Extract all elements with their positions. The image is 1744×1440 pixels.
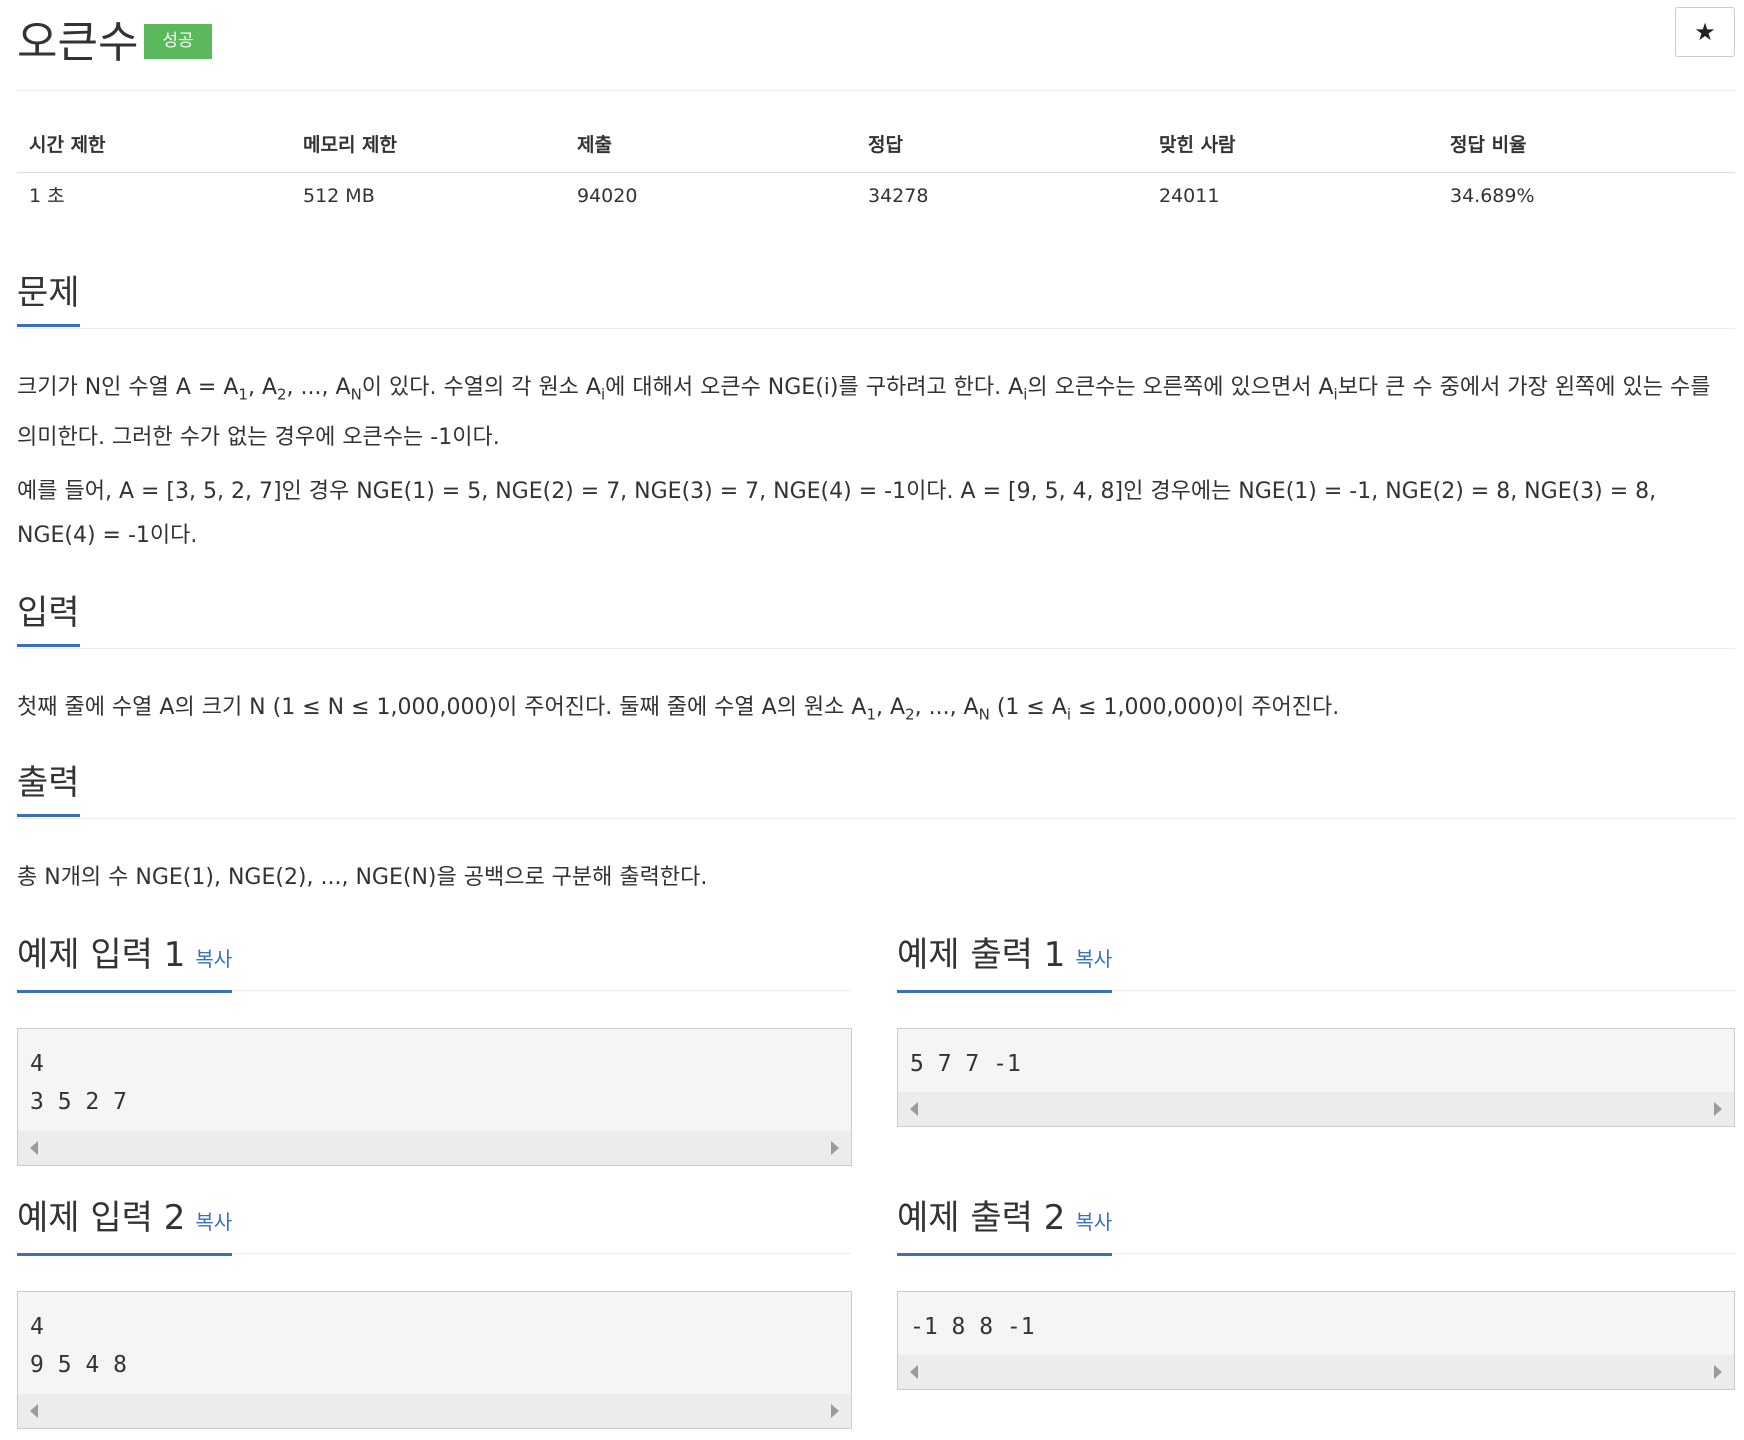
problem-info-table: 시간 제한 메모리 제한 제출 정답 맞힌 사람 정답 비율 1 초 512 M… <box>17 120 1735 220</box>
problem-page: 오큰수 성공 ★ 시간 제한 메모리 제한 제출 정답 맞힌 사람 정답 비율 … <box>0 0 1744 1440</box>
info-value-ratio: 34.689% <box>1450 185 1535 207</box>
copy-sample-input-1-link[interactable]: 복사 <box>195 947 232 971</box>
copy-sample-input-2-link[interactable]: 복사 <box>195 1210 232 1234</box>
sample-input-1-code: 4 3 5 2 7 <box>30 1051 127 1115</box>
info-header-accepted: 정답 <box>868 134 903 156</box>
copy-sample-output-1-link[interactable]: 복사 <box>1075 947 1112 971</box>
info-value-row: 1 초 512 MB 94020 34278 24011 34.689% <box>17 173 1735 219</box>
info-value-solvers: 24011 <box>1159 185 1220 207</box>
sample-output-1-header: 예제 출력 1 복사 <box>897 930 1735 993</box>
status-badge: 성공 <box>144 24 212 59</box>
info-value-time-limit: 1 초 <box>29 185 65 207</box>
info-header-submissions: 제출 <box>577 134 612 156</box>
info-header-time-limit: 시간 제한 <box>29 134 106 156</box>
problem-description-p2: 예를 들어, A = [3, 5, 2, 7]인 경우 NGE(1) = 5, … <box>17 479 1657 548</box>
output-section-title: 출력 <box>17 758 80 817</box>
scroll-right-icon[interactable] <box>1714 1102 1722 1116</box>
problem-section-header: 문제 <box>17 268 1735 329</box>
scroll-right-icon[interactable] <box>831 1141 839 1155</box>
scroll-left-icon[interactable] <box>910 1102 918 1116</box>
scroll-left-icon[interactable] <box>30 1141 38 1155</box>
sample-output-2-title: 예제 출력 2 <box>897 1198 1066 1238</box>
sample-output-1-scrollbar[interactable] <box>898 1092 1734 1126</box>
problem-title: 오큰수 <box>17 17 139 68</box>
sample-input-1-scrollbar[interactable] <box>18 1131 851 1165</box>
problem-header: 오큰수 성공 ★ <box>17 0 1735 91</box>
sample-output-2-header: 예제 출력 2 복사 <box>897 1193 1735 1256</box>
sample-output-2-scrollbar[interactable] <box>898 1355 1734 1389</box>
info-header-memory-limit: 메모리 제한 <box>303 134 398 156</box>
info-value-memory-limit: 512 MB <box>303 185 375 207</box>
sample-input-2-code: 4 9 5 4 8 <box>30 1314 127 1378</box>
info-header-row: 시간 제한 메모리 제한 제출 정답 맞힌 사람 정답 비율 <box>17 120 1735 173</box>
star-button[interactable]: ★ <box>1675 7 1735 57</box>
info-value-accepted: 34278 <box>868 185 929 207</box>
problem-description-p1: 크기가 N인 수열 A = A1, A2, ..., AN이 있다. 수열의 각… <box>17 375 1711 451</box>
sample-input-2-scrollbar[interactable] <box>18 1394 851 1428</box>
copy-sample-output-2-link[interactable]: 복사 <box>1075 1210 1112 1234</box>
output-section-header: 출력 <box>17 758 1735 819</box>
sample-input-1-title: 예제 입력 1 <box>17 935 186 975</box>
sample-input-1-box: 4 3 5 2 7 <box>17 1028 852 1166</box>
info-header-solvers: 맞힌 사람 <box>1159 134 1236 156</box>
sample-output-1-box: 5 7 7 -1 <box>897 1028 1735 1127</box>
scroll-left-icon[interactable] <box>30 1404 38 1418</box>
scroll-left-icon[interactable] <box>910 1365 918 1379</box>
scroll-right-icon[interactable] <box>1714 1365 1722 1379</box>
sample-input-2-header: 예제 입력 2 복사 <box>17 1193 852 1256</box>
input-description: 첫째 줄에 수열 A의 크기 N (1 ≤ N ≤ 1,000,000)이 주어… <box>17 695 1340 724</box>
sample-output-2-code: -1 8 8 -1 <box>910 1314 1035 1340</box>
scroll-right-icon[interactable] <box>831 1404 839 1418</box>
sample-output-1-code: 5 7 7 -1 <box>910 1051 1021 1077</box>
input-section-header: 입력 <box>17 588 1735 649</box>
info-header-ratio: 정답 비율 <box>1450 134 1527 156</box>
sample-output-1-title: 예제 출력 1 <box>897 935 1066 975</box>
info-value-submissions: 94020 <box>577 185 638 207</box>
problem-section-title: 문제 <box>17 268 80 327</box>
input-section-title: 입력 <box>17 588 80 647</box>
sample-output-2-box: -1 8 8 -1 <box>897 1291 1735 1390</box>
sample-input-1-header: 예제 입력 1 복사 <box>17 930 852 993</box>
sample-input-2-box: 4 9 5 4 8 <box>17 1291 852 1429</box>
output-description: 총 N개의 수 NGE(1), NGE(2), ..., NGE(N)을 공백으… <box>17 865 708 890</box>
sample-input-2-title: 예제 입력 2 <box>17 1198 186 1238</box>
